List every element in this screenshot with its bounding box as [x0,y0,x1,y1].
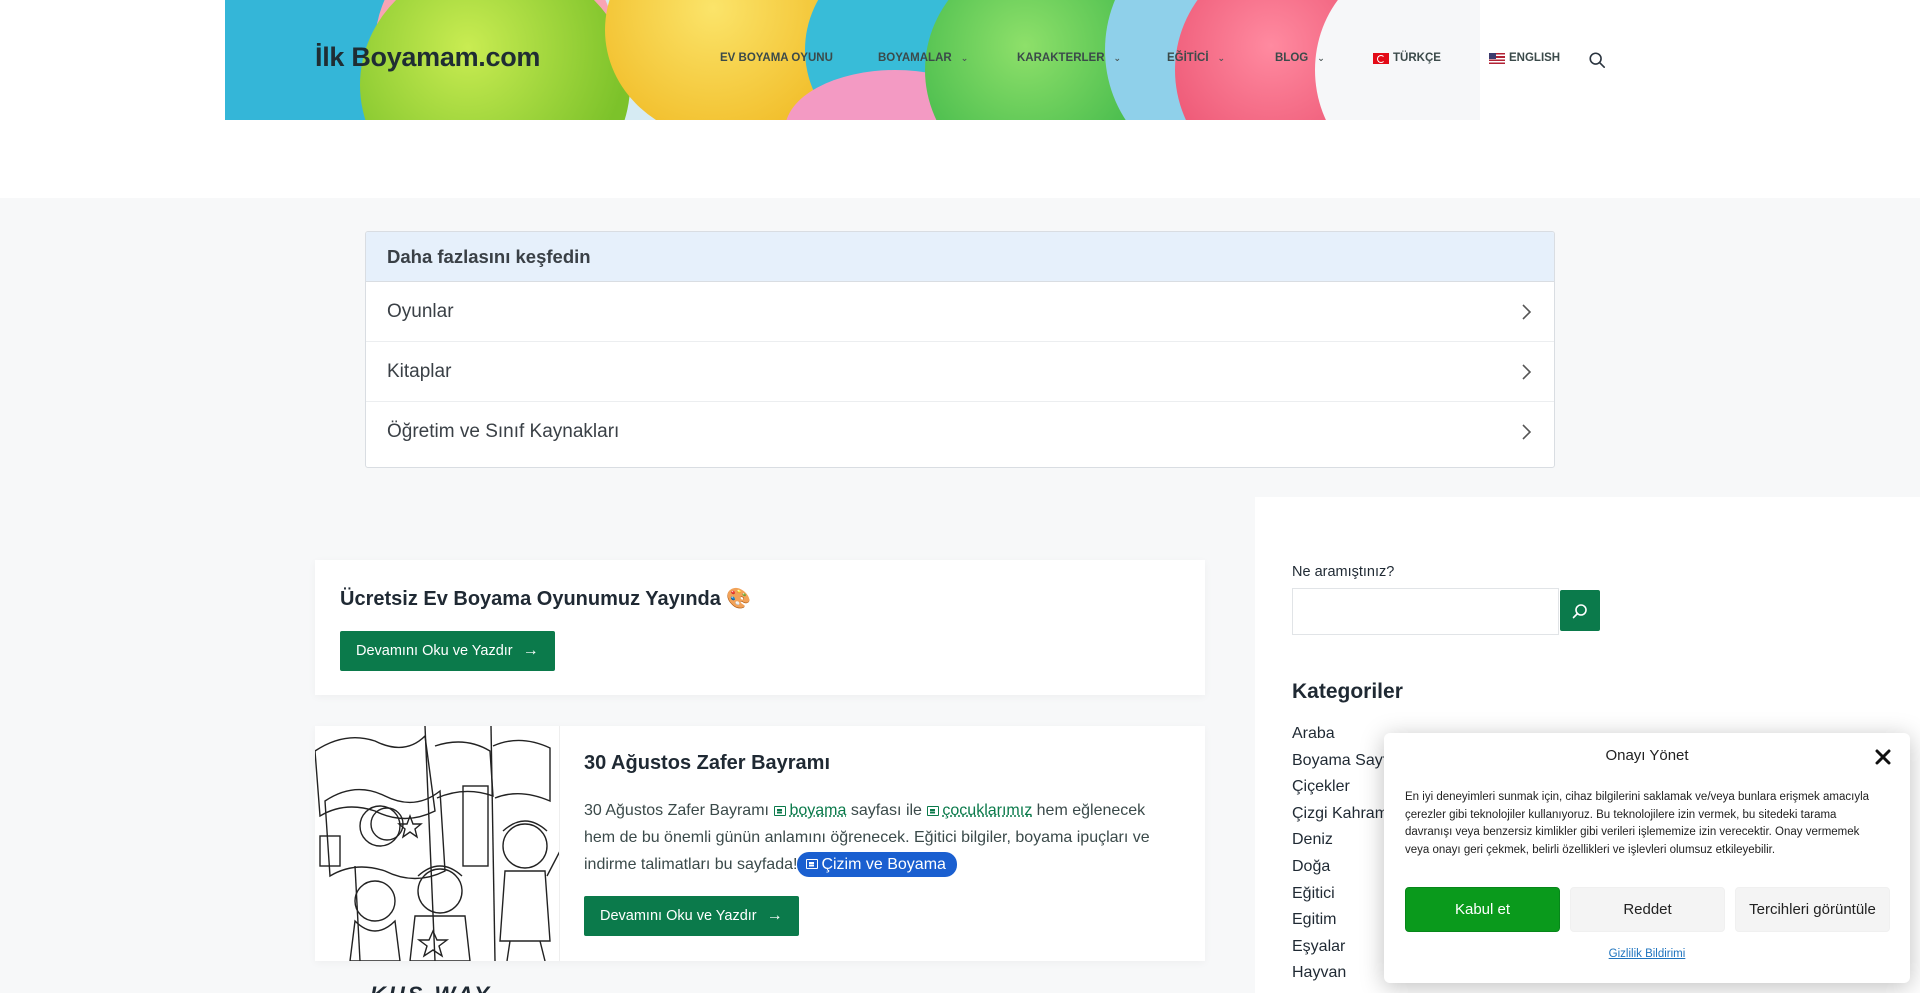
post-excerpt: 30 Ağustos Zafer Bayramı boyama sayfası … [584,797,1174,878]
read-more-button[interactable]: Devamını Oku ve Yazdır → [584,896,799,936]
main-nav: EV BOYAMA OYUNU BOYAMALAR ⌄ KARAKTERLER … [720,52,1589,64]
pill-label: Çizim ve Boyama [821,852,945,877]
chevron-down-icon: ⌄ [961,53,969,64]
nav-item-blog[interactable]: BLOG ⌄ [1275,52,1373,64]
close-icon[interactable] [1874,748,1892,766]
excerpt-text: sayfası ile [851,802,922,819]
arrow-right-icon: → [767,907,783,925]
categories-heading: Kategoriler [1292,680,1403,704]
explore-item-ogretim[interactable]: Öğretim ve Sınıf Kaynakları [366,402,1554,462]
site-header: İlk Boyamam.com EV BOYAMA OYUNU BOYAMALA… [0,0,1920,120]
tr-flag-icon [1373,53,1389,64]
cookie-consent-modal: Onayı Yönet En iyi deneyimleri sunmak iç… [1384,733,1910,983]
category-link[interactable]: Eşyalar [1292,936,1388,963]
category-link[interactable]: Doğa [1292,856,1388,883]
consent-body: En iyi deneyimleri sunmak için, cihaz bi… [1405,789,1875,859]
us-flag-icon [1489,53,1505,64]
read-more-button[interactable]: Devamını Oku ve Yazdır → [340,631,555,671]
consent-title: Onayı Yönet [1384,747,1910,764]
post-title[interactable]: Ücretsiz Ev Boyama Oyunumuz Yayında 🎨 [340,586,751,611]
post-card: Ücretsiz Ev Boyama Oyunumuz Yayında 🎨 De… [315,560,1205,695]
next-post-title[interactable]: KUŞ WAY [370,982,492,993]
explore-item-label: Öğretim ve Sınıf Kaynakları [387,421,619,443]
privacy-notice-link[interactable]: Gizlilik Bildirimi [1384,948,1910,960]
coloring-page-illustration [315,726,560,961]
nav-item-karakterler[interactable]: KARAKTERLER ⌄ [1017,52,1167,64]
inline-link-boyama[interactable]: boyama [789,802,846,819]
explore-item-kitaplar[interactable]: Kitaplar [366,342,1554,402]
nav-item-english[interactable]: ENGLISH [1489,52,1589,64]
inline-link-cocuklarimiz[interactable]: çocuklarımız [942,802,1032,819]
sidebar-search-button[interactable] [1560,590,1600,631]
category-link[interactable]: Hayvan [1292,962,1388,989]
explore-more-box: Daha fazlasını keşfedin Oyunlar Kitaplar… [365,231,1555,468]
category-link[interactable]: Çiçekler [1292,776,1388,803]
accept-button[interactable]: Kabul et [1405,887,1560,932]
read-more-label: Devamını Oku ve Yazdır [600,908,757,924]
article-icon [927,806,939,816]
category-link[interactable]: Deniz [1292,829,1388,856]
category-link[interactable]: Egitim [1292,909,1388,936]
deny-button[interactable]: Reddet [1570,887,1725,932]
chevron-right-icon [1519,303,1533,321]
chevron-down-icon: ⌄ [1317,53,1325,64]
nav-item-turkce[interactable]: TÜRKÇE [1373,52,1489,64]
explore-item-oyunlar[interactable]: Oyunlar [366,282,1554,342]
nav-label: EĞİTİCİ [1167,52,1209,64]
article-icon [806,859,818,869]
search-icon [1572,603,1588,619]
chevron-down-icon: ⌄ [1218,53,1226,64]
nav-label: TÜRKÇE [1393,52,1441,64]
category-link[interactable]: Araba [1292,723,1388,750]
nav-label: BOYAMALAR [878,52,952,64]
post-title[interactable]: 30 Ağustos Zafer Bayramı [584,752,830,775]
chevron-down-icon: ⌄ [1114,53,1122,64]
arrow-right-icon: → [523,642,539,660]
nav-label: KARAKTERLER [1017,52,1105,64]
explore-item-label: Kitaplar [387,361,451,383]
category-link[interactable]: Çizgi Kahram [1292,803,1388,830]
nav-item-boyamalar[interactable]: BOYAMALAR ⌄ [878,52,1017,64]
post-card: 30 Ağustos Zafer Bayramı 30 Ağustos Zafe… [315,726,1205,961]
nav-label: EV BOYAMA OYUNU [720,52,833,64]
explore-title: Daha fazlasını keşfedin [366,232,1554,282]
chevron-right-icon [1519,423,1533,441]
categories-list: Araba Boyama Sayf Çiçekler Çizgi Kahram … [1292,723,1388,989]
category-link[interactable]: Boyama Sayf [1292,750,1388,777]
explore-item-label: Oyunlar [387,301,454,323]
nav-item-ev-boyama-oyunu[interactable]: EV BOYAMA OYUNU [720,52,878,64]
site-title[interactable]: İlk Boyamam.com [315,42,540,73]
category-pill[interactable]: Çizim ve Boyama [797,852,956,877]
view-preferences-button[interactable]: Tercihleri görüntüle [1735,887,1890,932]
article-icon [774,806,786,816]
excerpt-text: 30 Ağustos Zafer Bayramı [584,802,769,819]
nav-item-egitici[interactable]: EĞİTİCİ ⌄ [1167,52,1275,64]
category-link[interactable]: Eğitici [1292,883,1388,910]
search-icon[interactable] [1588,51,1606,69]
sidebar-search-input[interactable] [1292,588,1559,635]
nav-label: BLOG [1275,52,1308,64]
chevron-right-icon [1519,363,1533,381]
post-thumbnail[interactable] [315,726,560,961]
sidebar-search-label: Ne aramıştınız? [1292,564,1394,580]
read-more-label: Devamını Oku ve Yazdır [356,643,513,659]
nav-label: ENGLISH [1509,52,1560,64]
